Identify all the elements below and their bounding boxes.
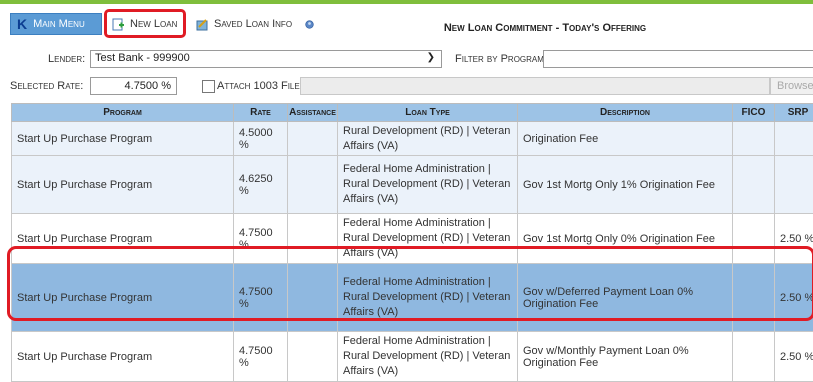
table-row[interactable]: Start Up Purchase Program 4.7500 % Feder… xyxy=(12,214,813,264)
loan-type-cell: Federal Home Administration | Rural Deve… xyxy=(338,214,518,264)
col-fico[interactable]: FICO xyxy=(733,104,775,122)
filter-by-program-input[interactable] xyxy=(543,50,813,68)
main-menu-label: Main Menu xyxy=(33,18,85,30)
col-rate[interactable]: Rate xyxy=(234,104,288,122)
srp-cell: 2.50 % xyxy=(775,332,813,382)
selected-rate-label: Selected Rate: xyxy=(10,80,83,92)
assistance-cell xyxy=(288,332,338,382)
rate-cell: 4.7500 % xyxy=(234,264,288,332)
program-cell: Start Up Purchase Program xyxy=(12,156,234,214)
srp-cell xyxy=(775,156,813,214)
fico-cell xyxy=(733,156,775,214)
fico-cell xyxy=(733,122,775,156)
description-cell: Gov 1st Mortg Only 0% Origination Fee xyxy=(518,214,733,264)
loan-type-cell: Federal Home Administration | Rural Deve… xyxy=(338,332,518,382)
srp-cell: 2.50 % xyxy=(775,214,813,264)
fico-cell xyxy=(733,332,775,382)
lender-value: Test Bank - 999900 xyxy=(95,52,190,64)
attach-file-path[interactable] xyxy=(300,77,770,95)
program-cell: Start Up Purchase Program xyxy=(12,122,234,156)
loan-offering-table: Program Rate Assistance Loan Type Descri… xyxy=(11,103,813,382)
saved-loan-info-button[interactable]: Saved Loan Info xyxy=(196,13,304,35)
program-cell: Start Up Purchase Program xyxy=(12,214,234,264)
table-row[interactable]: Start Up Purchase Program 4.6250 % Feder… xyxy=(12,156,813,214)
rate-cell: 4.7500 % xyxy=(234,332,288,382)
table-row[interactable]: Start Up Purchase Program 4.7500 % Feder… xyxy=(12,332,813,382)
lender-select[interactable]: Test Bank - 999900 ❯ xyxy=(90,50,442,68)
description-cell: Gov w/Monthly Payment Loan 0% Originatio… xyxy=(518,332,733,382)
selected-rate-field[interactable]: 4.7500 % xyxy=(90,77,177,95)
new-loan-highlight xyxy=(104,9,186,38)
loan-type-cell: Rural Development (RD) | Veteran Affairs… xyxy=(338,122,518,156)
lender-label: Lender: xyxy=(48,53,85,65)
description-cell: Origination Fee xyxy=(518,122,733,156)
saved-loan-icon xyxy=(196,18,209,31)
col-assistance[interactable]: Assistance xyxy=(288,104,338,122)
program-cell: Start Up Purchase Program xyxy=(12,332,234,382)
help-button[interactable] xyxy=(305,13,319,35)
browse-button[interactable]: Browse xyxy=(770,77,813,95)
description-cell: Gov w/Deferred Payment Loan 0% Originati… xyxy=(518,264,733,332)
srp-cell: 2.50 % xyxy=(775,264,813,332)
page-title: New Loan Commitment - Today's Offering xyxy=(330,22,760,34)
fico-cell xyxy=(733,214,775,264)
assistance-cell xyxy=(288,156,338,214)
table-header-row: Program Rate Assistance Loan Type Descri… xyxy=(12,104,813,122)
program-cell: Start Up Purchase Program xyxy=(12,264,234,332)
table-row-selected[interactable]: Start Up Purchase Program 4.7500 % Feder… xyxy=(12,264,813,332)
rate-cell: 4.7500 % xyxy=(234,214,288,264)
assistance-cell xyxy=(288,264,338,332)
rate-cell: 4.6250 % xyxy=(234,156,288,214)
loan-type-cell: Federal Home Administration | Rural Deve… xyxy=(338,156,518,214)
attach-1003-label: Attach 1003 File: xyxy=(217,80,303,92)
assistance-cell xyxy=(288,214,338,264)
assistance-cell xyxy=(288,122,338,156)
srp-cell xyxy=(775,122,813,156)
col-description[interactable]: Description xyxy=(518,104,733,122)
table-row[interactable]: Start Up Purchase Program 4.5000 % Rural… xyxy=(12,122,813,156)
help-icon xyxy=(305,18,314,31)
main-menu-button[interactable]: K Main Menu xyxy=(10,13,102,35)
attach-1003-checkbox[interactable] xyxy=(202,80,215,93)
loan-type-cell: Federal Home Administration | Rural Deve… xyxy=(338,264,518,332)
saved-loan-info-label: Saved Loan Info xyxy=(214,18,292,30)
app-logo: K xyxy=(17,16,27,32)
fico-cell xyxy=(733,264,775,332)
filter-by-program-label: Filter by Program: xyxy=(455,53,547,65)
col-loan-type[interactable]: Loan Type xyxy=(338,104,518,122)
col-srp[interactable]: SRP xyxy=(775,104,813,122)
col-program[interactable]: Program xyxy=(12,104,234,122)
description-cell: Gov 1st Mortg Only 1% Origination Fee xyxy=(518,156,733,214)
rate-cell: 4.5000 % xyxy=(234,122,288,156)
chevron-down-icon: ❯ xyxy=(427,52,435,63)
